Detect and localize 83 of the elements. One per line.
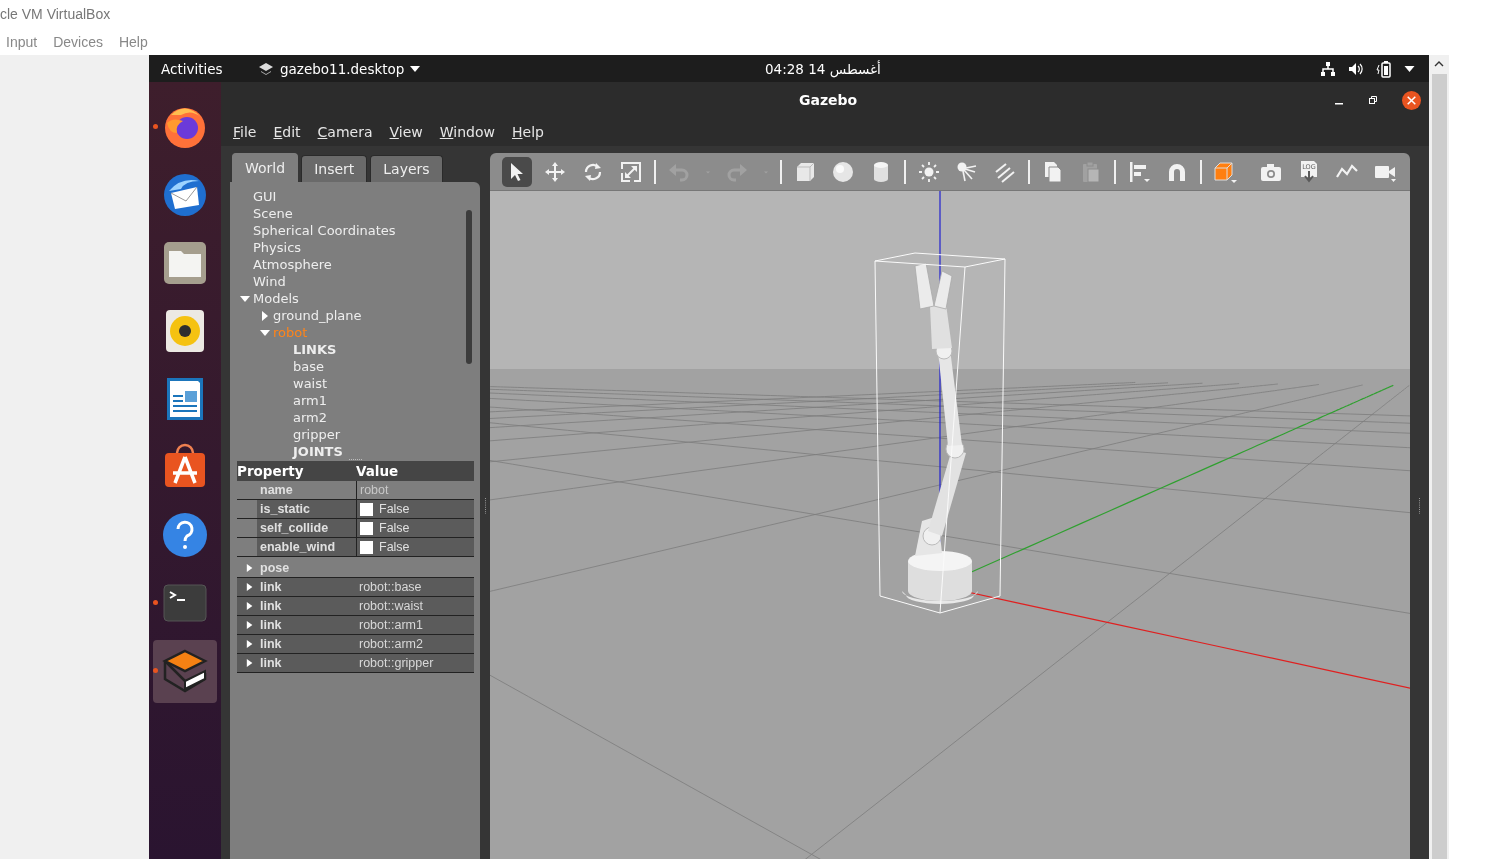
menu-item[interactable]: Input [6, 33, 38, 50]
caret-icon [410, 65, 421, 72]
column-header[interactable]: Property [237, 463, 356, 479]
battery-icon[interactable] [1376, 59, 1392, 78]
tab[interactable]: Insert [301, 155, 368, 182]
property-value: False [379, 540, 410, 554]
scrollbar[interactable] [1429, 55, 1449, 859]
expanded-arrow-icon[interactable] [240, 293, 250, 304]
tree-item[interactable]: GUI [253, 189, 277, 204]
property-name: enable_wind [257, 538, 357, 556]
resize-grip-icon[interactable] [349, 458, 363, 461]
property-value: robot::base [358, 580, 422, 594]
collapsed-arrow-icon[interactable] [246, 563, 254, 573]
tree-item[interactable]: Models [253, 291, 299, 306]
close-icon[interactable] [1402, 90, 1421, 110]
checkbox[interactable] [360, 540, 373, 554]
tree-item[interactable]: ground_plane [273, 308, 362, 323]
collapsed-arrow-icon[interactable] [246, 658, 254, 668]
restore-icon[interactable] [1368, 95, 1378, 105]
tree-item[interactable]: waist [293, 376, 328, 391]
mail-icon [161, 171, 209, 219]
tab[interactable]: Layers [370, 155, 443, 182]
property-name: name [257, 481, 357, 499]
tree-item[interactable]: arm1 [293, 393, 328, 408]
select-icon[interactable] [502, 156, 532, 187]
network-icon[interactable] [1320, 60, 1336, 77]
property-value: robot::arm1 [358, 618, 423, 632]
tree-item[interactable]: Spherical Coordinates [253, 223, 396, 238]
property-value: False [379, 521, 410, 535]
menu-item[interactable]: Window [439, 124, 495, 140]
scroll-up-icon[interactable] [1434, 61, 1444, 67]
property-value: robot::waist [358, 599, 423, 613]
tree-item[interactable]: gripper [293, 427, 341, 442]
tab[interactable]: World [232, 153, 299, 182]
menu-item[interactable]: Edit [273, 124, 301, 140]
folder-icon [161, 239, 209, 287]
property-name: is_static [257, 500, 357, 518]
tree-item[interactable]: Wind [253, 274, 286, 289]
property-value: False [379, 502, 410, 516]
collapsed-arrow-icon[interactable] [260, 310, 270, 321]
checkbox[interactable] [360, 502, 373, 516]
column-header[interactable]: Value [356, 463, 399, 479]
help-icon [161, 511, 209, 559]
property-name: link [260, 599, 282, 613]
collapsed-arrow-icon[interactable] [246, 601, 254, 611]
menu-item[interactable]: View [389, 124, 423, 140]
caret-icon[interactable] [1404, 65, 1415, 72]
collapsed-arrow-icon[interactable] [246, 620, 254, 630]
property-value: robot::arm2 [358, 637, 423, 651]
property-name: link [260, 656, 282, 670]
clock[interactable]: 04:28 14 أغسطس [765, 60, 881, 77]
menu-item[interactable]: Help [512, 124, 544, 140]
collapsed-arrow-icon[interactable] [246, 582, 254, 592]
tree-item[interactable]: arm2 [293, 410, 328, 425]
property-value: robot::gripper [358, 656, 434, 670]
property-name: link [260, 637, 282, 651]
menu-item[interactable]: Camera [317, 124, 373, 140]
tree-item[interactable]: Scene [253, 206, 293, 221]
app-icon [258, 61, 274, 76]
tree-item[interactable]: Atmosphere [253, 257, 332, 272]
menu-item[interactable]: File [233, 124, 257, 140]
window-title: Gazebo [799, 92, 858, 108]
expanded-arrow-icon[interactable] [260, 327, 270, 338]
stacked-boxes-icon [161, 647, 209, 695]
property-name: pose [260, 561, 290, 575]
dock-button[interactable] [153, 639, 217, 703]
menu-item[interactable]: Devices [53, 33, 103, 50]
property-name: self_collide [257, 519, 357, 537]
window-title: cle VM VirtualBox [0, 5, 112, 24]
app-menu[interactable]: gazebo11.desktop [258, 60, 421, 77]
checkbox[interactable] [360, 521, 373, 535]
property-name: link [260, 618, 282, 632]
tree-item[interactable]: base [293, 359, 324, 374]
tree-heading[interactable]: JOINTS [293, 444, 343, 459]
property-name: link [260, 580, 282, 594]
scrollbar-thumb[interactable] [466, 210, 472, 364]
splitter-handle-icon[interactable] [1418, 498, 1421, 514]
tree-heading[interactable]: LINKS [293, 342, 337, 357]
tree-item[interactable]: Physics [253, 240, 302, 255]
activities-button[interactable]: Activities [149, 60, 258, 77]
splitter-handle-icon[interactable] [483, 498, 487, 514]
menu-item[interactable]: Help [118, 33, 148, 50]
collapsed-arrow-icon[interactable] [246, 639, 254, 649]
